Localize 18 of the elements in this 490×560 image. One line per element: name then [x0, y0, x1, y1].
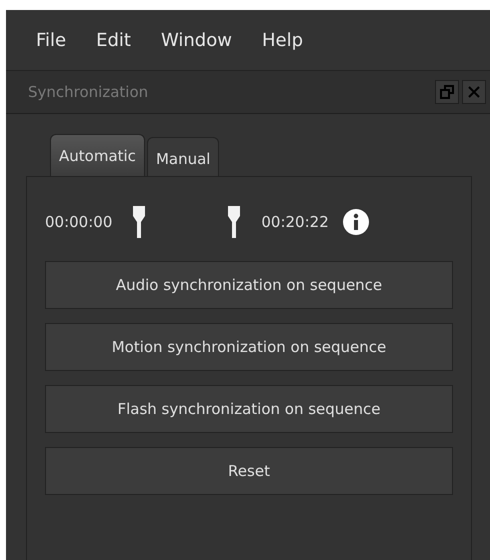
action-button[interactable]: Flash synchronization on sequence — [45, 385, 453, 433]
close-icon — [468, 86, 480, 98]
restore-icon — [440, 85, 454, 99]
slider-handle[interactable] — [132, 206, 146, 238]
menu-item[interactable]: Edit — [96, 30, 131, 50]
menu-item[interactable]: Help — [262, 30, 304, 50]
start-time: 00:00:00 — [45, 213, 112, 231]
tab[interactable]: Automatic — [50, 134, 145, 176]
action-button[interactable]: Audio synchronization on sequence — [45, 261, 453, 309]
info-icon[interactable] — [342, 209, 369, 235]
tab[interactable]: Manual — [146, 137, 220, 176]
panel-title: Synchronization — [28, 83, 148, 101]
menu-item[interactable]: File — [36, 30, 66, 50]
slider-handle[interactable] — [227, 206, 242, 238]
end-time: 00:20:22 — [261, 213, 329, 231]
action-button[interactable]: Motion synchronization on sequence — [45, 323, 453, 371]
action-button[interactable]: Reset — [45, 447, 453, 495]
menu-item[interactable]: Window — [160, 30, 232, 50]
